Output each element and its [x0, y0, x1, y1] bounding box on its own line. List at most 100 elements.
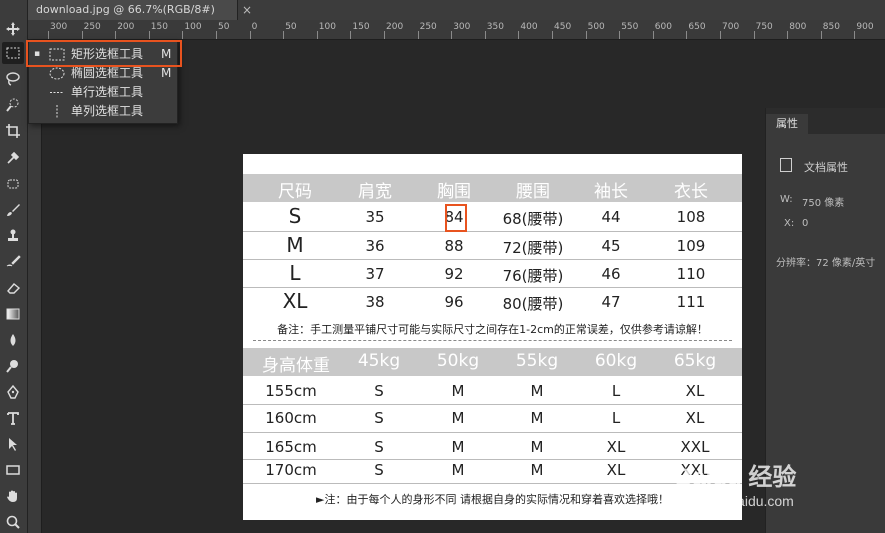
value-cell: 35 — [365, 208, 385, 226]
ruler-tick — [753, 31, 755, 39]
photoshop-window: download.jpg @ 66.7%(RGB/8#) × 300 250 200… — [0, 0, 885, 533]
blur-tool-icon[interactable] — [2, 329, 24, 351]
x-value[interactable]: 0 — [802, 218, 808, 229]
history-brush-tool-icon[interactable] — [2, 251, 24, 273]
value-cell: 45 — [601, 237, 621, 255]
crop-tool-icon[interactable] — [2, 120, 24, 142]
document-tab[interactable]: download.jpg @ 66.7%(RGB/8#) — [28, 0, 238, 20]
width-label: W: — [780, 194, 793, 205]
rectangle-shape-tool-icon[interactable] — [2, 459, 24, 481]
ruler-tick — [384, 31, 385, 39]
value-cell: 37 — [365, 265, 385, 283]
fit-chart-header: 身高体重 45kg 50kg 55kg 60kg 65kg — [243, 348, 742, 376]
dodge-tool-icon[interactable] — [2, 355, 24, 377]
tab-properties[interactable]: 属性 — [766, 114, 808, 134]
header-cell: 55kg — [515, 351, 559, 371]
ruler-label: 550 — [621, 22, 639, 32]
value-cell: 109 — [676, 237, 706, 255]
fit-note: ►注：由于每个人的身形不同 请根据自身的实际情况和穿着喜欢选择哦！ — [316, 493, 669, 506]
brush-tool-icon[interactable] — [2, 199, 24, 221]
size-cell: L — [611, 382, 621, 400]
annotation-highlight — [26, 40, 182, 67]
value-cell: 68(腰带) — [502, 210, 564, 228]
close-icon[interactable]: × — [242, 0, 252, 20]
value-cell: 88 — [444, 237, 464, 255]
header-cell: 45kg — [357, 351, 401, 371]
height-cell: 165cm — [265, 438, 317, 456]
rect-marquee-tool-icon[interactable] — [2, 42, 24, 64]
value-cell: 46 — [601, 265, 621, 283]
ruler-label: 800 — [789, 22, 807, 32]
ruler-tick — [316, 31, 318, 39]
size-cell: L — [289, 261, 301, 285]
eyedropper-tool-icon[interactable] — [2, 147, 24, 169]
size-cell: S — [374, 438, 384, 456]
value-cell: 36 — [365, 237, 385, 255]
dashed-divider — [253, 340, 732, 341]
size-cell: M — [451, 438, 465, 456]
ruler-label: 0 — [251, 22, 258, 32]
size-cell: M — [451, 409, 465, 427]
size-cell: M — [451, 461, 465, 479]
ruler-tick — [652, 31, 654, 39]
ruler-tick — [48, 31, 49, 39]
ruler-label: 400 — [520, 22, 538, 32]
quick-selection-tool-icon[interactable] — [2, 94, 24, 116]
canvas-image[interactable]: 尺码 肩宽 胸围 腰围 袖长 衣长 S 35 84 68(腰带) 44 108 … — [243, 154, 742, 520]
ruler-tick — [182, 31, 184, 39]
header-cell: 尺码 — [278, 182, 312, 202]
size-cell: S — [374, 409, 384, 427]
size-cell: M — [530, 409, 544, 427]
value-cell: 80(腰带) — [502, 295, 564, 313]
width-value[interactable]: 750 像素 — [802, 194, 844, 209]
header-cell: 袖长 — [594, 182, 628, 202]
type-tool-icon[interactable] — [2, 407, 24, 429]
ruler-tick — [585, 31, 587, 39]
resolution-text: 分辨率：72 像素/英寸 — [776, 258, 876, 269]
divider — [243, 432, 742, 433]
size-cell: XXL — [680, 438, 710, 456]
size-cell: S — [374, 382, 384, 400]
ruler-label: 650 — [688, 22, 706, 32]
measurement-note: 备注：手工测量平铺尺寸可能与实际尺寸之间存在1-2cm的正常误差，仅供参考请谅解… — [277, 323, 708, 336]
gradient-tool-icon[interactable] — [2, 303, 24, 325]
ruler-label: 350 — [486, 22, 504, 32]
value-cell: 108 — [676, 208, 706, 226]
ruler-label: 50 — [285, 22, 297, 32]
header-cell: 腰围 — [516, 182, 550, 202]
ruler-label: 500 — [587, 22, 605, 32]
ruler-label: 450 — [554, 22, 572, 32]
zoom-tool-icon[interactable] — [2, 511, 24, 533]
path-selection-tool-icon[interactable] — [2, 433, 24, 455]
healing-brush-tool-icon[interactable] — [2, 173, 24, 195]
pen-tool-icon[interactable] — [2, 381, 24, 403]
move-tool-icon[interactable] — [2, 18, 24, 40]
header-cell: 60kg — [594, 351, 638, 371]
table-row: 170cm S M M XL XXL — [243, 461, 742, 485]
ruler-label: 50 — [218, 22, 230, 32]
table-row: S 35 84 68(腰带) 44 108 — [243, 204, 742, 232]
size-cell: XL — [685, 409, 705, 427]
eraser-tool-icon[interactable] — [2, 277, 24, 299]
ruler-label: 850 — [822, 22, 840, 32]
stamp-tool-icon[interactable] — [2, 225, 24, 247]
lasso-tool-icon[interactable] — [2, 68, 24, 90]
height-cell: 160cm — [265, 409, 317, 427]
ruler-tick — [720, 31, 721, 39]
ruler-tick — [820, 31, 822, 39]
header-cell: 衣长 — [674, 182, 708, 202]
document-properties-label: 文档属性 — [804, 161, 848, 174]
divider — [243, 459, 742, 460]
menu-item-single-column-marquee[interactable]: 单列选框工具 — [29, 102, 179, 121]
ruler-tick — [451, 31, 453, 39]
ruler-tick — [350, 31, 352, 39]
size-cell: M — [530, 382, 544, 400]
hand-tool-icon[interactable] — [2, 485, 24, 507]
table-row: XL 38 96 80(腰带) 47 111 — [243, 289, 742, 317]
menu-item-single-row-marquee[interactable]: 单行选框工具 — [29, 83, 179, 102]
annotation-box — [445, 204, 467, 232]
ruler-tick — [686, 31, 688, 39]
value-cell: 72(腰带) — [502, 239, 564, 257]
ruler-tick — [619, 31, 621, 39]
ruler-label: 100 — [318, 22, 336, 32]
